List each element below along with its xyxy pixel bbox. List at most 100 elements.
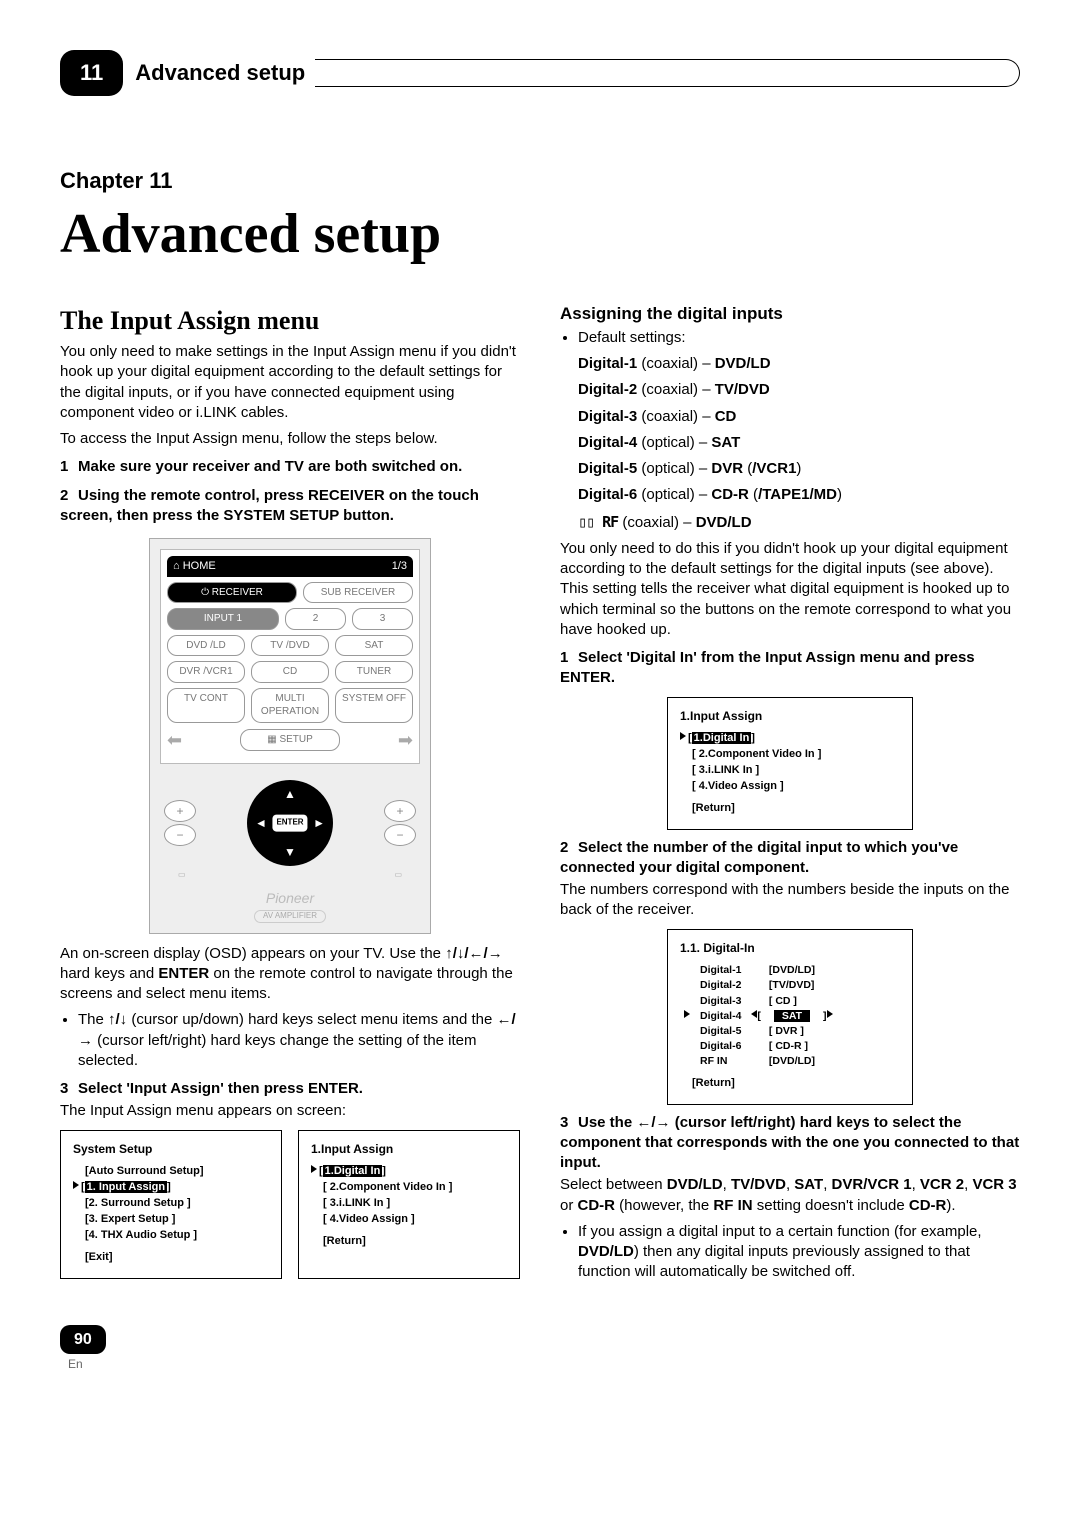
- osd-title: 1.Input Assign: [680, 708, 900, 725]
- osd-item-4: [ 4.Video Assign ]: [323, 1212, 507, 1228]
- volume-down-button[interactable]: −: [384, 824, 416, 846]
- triangle-icon: [311, 1165, 317, 1173]
- osd-item-auto: [Auto Surround Setup]: [85, 1164, 269, 1180]
- chapter-title: Advanced setup: [60, 197, 1020, 273]
- remote-touchscreen: ⌂ HOME 1/3 ⏻ RECEIVER SUB RECEIVER INPUT…: [160, 549, 420, 764]
- home-label: HOME: [183, 560, 216, 572]
- left-column: The Input Assign menu You only need to m…: [60, 303, 520, 1289]
- default-settings-label: Default settings:: [578, 328, 1020, 348]
- osd-item-4: [ 4.Video Assign ]: [692, 779, 900, 795]
- right-column: Assigning the digital inputs Default set…: [560, 303, 1020, 1289]
- osd-return: [Return]: [692, 801, 900, 817]
- osd-item-1: 1.Digital In: [323, 1165, 383, 1177]
- osd-input-assign-2: 1.Input Assign [1.Digital In] [ 2.Compon…: [667, 697, 913, 830]
- osd-system-setup: System Setup [Auto Surround Setup] [1. I…: [60, 1130, 282, 1279]
- right-step-3-body: Select between DVD/LD, TV/DVD, SAT, DVR/…: [560, 1175, 1020, 1216]
- digital-in-table: Digital-1[DVD/LD] Digital-2[TV/DVD] Digi…: [680, 963, 839, 1070]
- down-arrow-icon[interactable]: ▼: [284, 844, 296, 860]
- osd-intro: An on-screen display (OSD) appears on yo…: [60, 944, 520, 1005]
- header-title: Advanced setup: [135, 58, 305, 88]
- osd-item-3: [3. Expert Setup ]: [85, 1212, 269, 1228]
- setup-button[interactable]: ▦ SETUP: [240, 729, 340, 751]
- channel-down-button[interactable]: −: [164, 824, 196, 846]
- chapter-label: Chapter 11: [60, 166, 1020, 196]
- dpad[interactable]: ▲ ▼ ◄ ► ENTER: [247, 780, 333, 866]
- home-icon: ⌂ HOME: [173, 559, 216, 574]
- step-2: 2Using the remote control, press RECEIVE…: [60, 486, 520, 527]
- triangle-icon: [680, 732, 686, 740]
- right-step-1: 1Select 'Digital In' from the Input Assi…: [560, 648, 1020, 689]
- tv-cont-button[interactable]: TV CONT: [167, 688, 245, 723]
- right-step-2-text: Select the number of the digital input t…: [560, 839, 958, 876]
- intro-paragraph-1: You only need to make settings in the In…: [60, 342, 520, 423]
- enter-button[interactable]: ENTER: [272, 815, 307, 832]
- navigation-bullet: The ↑/↓ (cursor up/down) hard keys selec…: [78, 1010, 520, 1071]
- page-fraction: 1/3: [392, 559, 407, 574]
- input1-tab[interactable]: INPUT 1: [167, 608, 279, 630]
- cd-button[interactable]: CD: [251, 661, 329, 683]
- osd-item-4: [4. THX Audio Setup ]: [85, 1228, 269, 1244]
- up-arrow-icon[interactable]: ▲: [284, 786, 296, 802]
- osd-title: 1.Input Assign: [311, 1141, 507, 1158]
- step-3-text: Select 'Input Assign' then press ENTER.: [78, 1080, 363, 1097]
- tuner-button[interactable]: TUNER: [335, 661, 413, 683]
- brand-label: Pioneer: [160, 889, 420, 908]
- osd-return: [Return]: [323, 1234, 507, 1250]
- tv-dvd-button[interactable]: TV /DVD: [251, 635, 329, 657]
- osd-item-1: 1.Digital In: [692, 732, 752, 744]
- osd-digital-in: 1.1. Digital-In Digital-1[DVD/LD] Digita…: [667, 929, 913, 1105]
- intro-paragraph-2: To access the Input Assign menu, follow …: [60, 429, 520, 449]
- right-arrow-key-icon[interactable]: ►: [313, 815, 325, 831]
- sat-button[interactable]: SAT: [335, 635, 413, 657]
- osd-item-1: 1. Input Assign: [85, 1181, 167, 1193]
- tab-2[interactable]: 2: [285, 608, 346, 630]
- right-step-3: 3Use the ←/→ (cursor left/right) hard ke…: [560, 1113, 1020, 1174]
- section-heading-input-assign: The Input Assign menu: [60, 303, 520, 338]
- footer: 90 En: [60, 1325, 1020, 1375]
- step-3-body: The Input Assign menu appears on screen:: [60, 1101, 520, 1121]
- subbrand-label: AV AMPLIFIER: [254, 910, 326, 923]
- triangle-icon: [73, 1181, 79, 1189]
- header-rule: [315, 59, 1020, 87]
- remote-control-figure: ⌂ HOME 1/3 ⏻ RECEIVER SUB RECEIVER INPUT…: [149, 538, 431, 934]
- page-header: 11 Advanced setup: [60, 50, 1020, 96]
- reassign-note: If you assign a digital input to a certa…: [578, 1222, 1020, 1283]
- sub-receiver-button[interactable]: SUB RECEIVER: [303, 582, 413, 604]
- system-setup-hard-button[interactable]: ▭: [178, 870, 186, 881]
- receiver-button[interactable]: ⏻ RECEIVER: [167, 582, 297, 604]
- page-number-tab: 11: [60, 50, 123, 96]
- dvr-vcr1-button[interactable]: DVR /VCR1: [167, 661, 245, 683]
- step-3: 3Select 'Input Assign' then press ENTER.: [60, 1079, 520, 1099]
- osd-item-2: [ 2.Component Video In ]: [692, 747, 900, 763]
- osd-title: 1.1. Digital-In: [680, 940, 900, 957]
- mute-hard-button[interactable]: ▭: [394, 870, 402, 881]
- tab-3[interactable]: 3: [352, 608, 413, 630]
- triangle-icon: [684, 1010, 690, 1018]
- subheading-digital-inputs: Assigning the digital inputs: [560, 303, 1020, 326]
- digital-explanation: You only need to do this if you didn't h…: [560, 539, 1020, 640]
- multi-operation-button[interactable]: MULTI OPERATION: [251, 688, 329, 723]
- channel-up-button[interactable]: +: [164, 800, 196, 822]
- right-triangle-icon: [827, 1010, 833, 1018]
- right-step-2-body: The numbers correspond with the numbers …: [560, 880, 1020, 921]
- osd-input-assign: 1.Input Assign [1.Digital In] [ 2.Compon…: [298, 1130, 520, 1279]
- left-arrow-icon[interactable]: ⬅: [167, 728, 182, 752]
- osd-title: System Setup: [73, 1141, 269, 1158]
- osd-item-2: [ 2.Component Video In ]: [323, 1180, 507, 1196]
- right-arrow-icon[interactable]: ➡: [398, 728, 413, 752]
- right-step-2: 2Select the number of the digital input …: [560, 838, 1020, 879]
- language-label: En: [68, 1357, 83, 1371]
- left-arrow-key-icon[interactable]: ◄: [255, 815, 267, 831]
- step-1-text: Make sure your receiver and TV are both …: [78, 458, 462, 475]
- page-number-footer: 90: [60, 1325, 106, 1355]
- system-off-button[interactable]: SYSTEM OFF: [335, 688, 413, 723]
- volume-up-button[interactable]: +: [384, 800, 416, 822]
- left-triangle-icon: [751, 1010, 757, 1018]
- osd-item-2: [2. Surround Setup ]: [85, 1196, 269, 1212]
- osd-item-3: [ 3.i.LINK In ]: [692, 763, 900, 779]
- osd-exit: [Exit]: [85, 1250, 269, 1266]
- dvd-ld-button[interactable]: DVD /LD: [167, 635, 245, 657]
- osd-return: [Return]: [692, 1076, 900, 1092]
- osd-item-3: [ 3.i.LINK In ]: [323, 1196, 507, 1212]
- right-step-1-text: Select 'Digital In' from the Input Assig…: [560, 649, 975, 686]
